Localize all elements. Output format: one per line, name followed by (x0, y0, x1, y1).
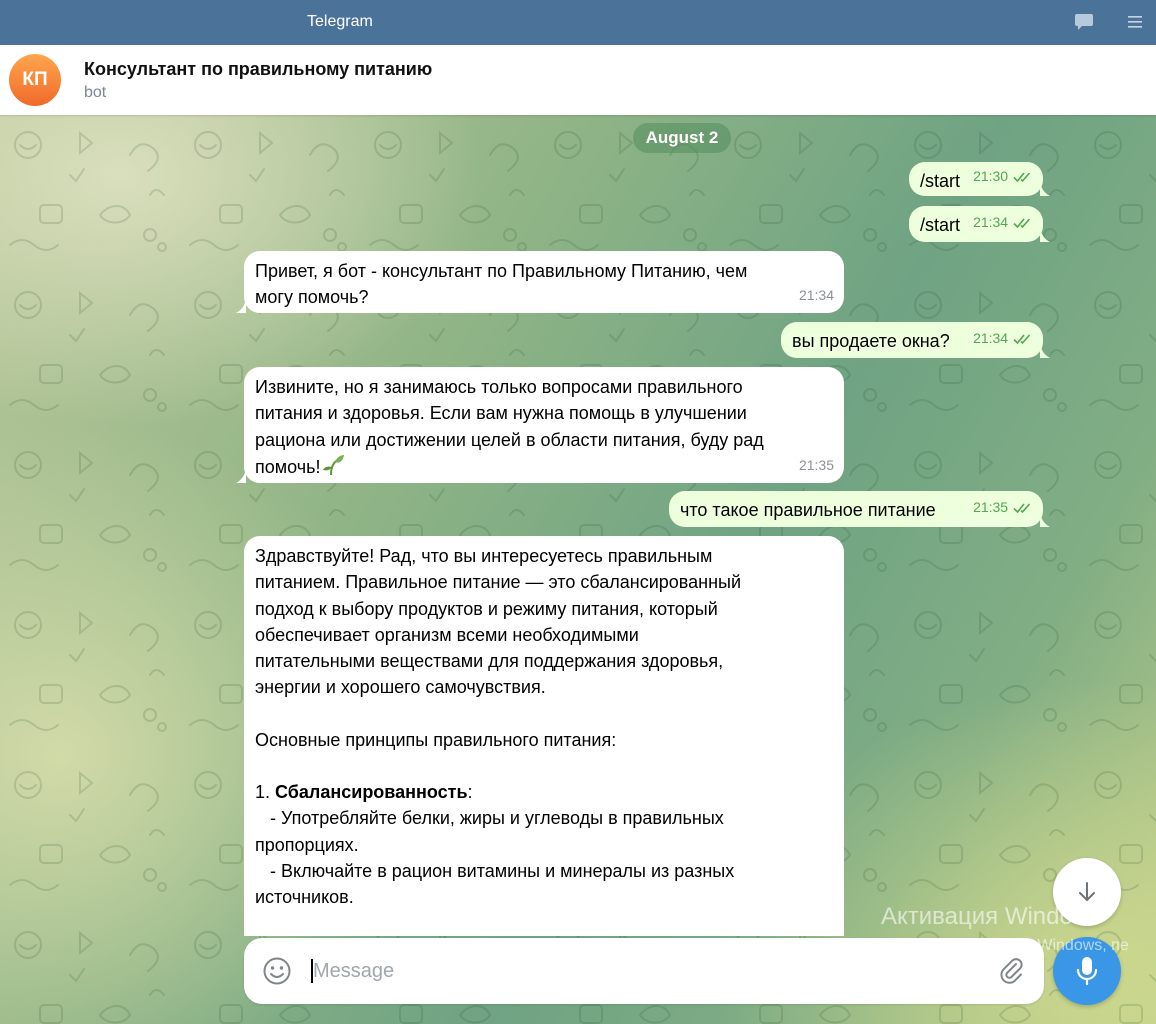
windows-activation-watermark: Активация Windows (881, 903, 1103, 930)
message-text: Привет, я бот - консультант по Правильно… (255, 261, 748, 308)
bubble-tail (1040, 228, 1050, 242)
message-incoming[interactable]: Здравствуйте! Рад, что вы интересуетесь … (244, 536, 844, 936)
hamburger-menu-icon[interactable] (1128, 15, 1142, 34)
bubble-tail (1040, 344, 1050, 358)
double-check-icon (1013, 165, 1033, 191)
bubble-tail (236, 469, 246, 483)
message-time: 21:30 (973, 167, 1009, 184)
bubble-tail (236, 299, 246, 313)
message-meta: 21:35 (973, 494, 1033, 522)
windows-activation-hint: "Параметры". (881, 961, 983, 978)
message-input[interactable]: Message (313, 960, 394, 983)
principle-bullet: - Употребляйте белки, жиры и углеводы в … (255, 808, 724, 855)
principle-item-1: 1. Сбалансированность: (255, 779, 832, 805)
double-check-icon (1013, 211, 1033, 237)
message-incoming[interactable]: Извините, но я занимаюсь только вопросам… (236, 367, 844, 484)
chat-area[interactable]: August 2 /start 21:30 /start 21:34 Приве… (0, 115, 1156, 1024)
message-time: 21:34 (798, 286, 834, 303)
message-text: что такое правильное питание (680, 500, 936, 520)
chat-header[interactable]: КП Консультант по правильному питанию bo… (0, 45, 1156, 115)
message-incoming[interactable]: Привет, я бот - консультант по Правильно… (236, 251, 844, 313)
message-text: /start (920, 215, 961, 235)
message-intro: Здравствуйте! Рад, что вы интересуетесь … (255, 546, 742, 698)
paperclip-icon[interactable] (996, 955, 1026, 990)
message-time: 21:34 (973, 329, 1009, 346)
date-separator: August 2 (633, 123, 731, 153)
message-time: 21:35 (798, 456, 834, 473)
message-outgoing[interactable]: /start 21:30 (909, 162, 1050, 196)
microphone-icon (1075, 956, 1099, 991)
principle-number: 1. (255, 782, 271, 803)
double-check-icon (1013, 496, 1033, 522)
message-text: вы продаете окна? (792, 331, 950, 351)
chat-title[interactable]: Консультант по правильному питанию (84, 59, 432, 80)
bubble-tail (1040, 182, 1050, 196)
message-outgoing[interactable]: вы продаете окна? 21:34 (781, 322, 1050, 358)
chat-bubble-icon[interactable] (1074, 13, 1094, 36)
principle-title: Сбалансированность (275, 782, 468, 803)
message-outgoing[interactable]: /start 21:34 (909, 206, 1050, 242)
principle-colon: : (467, 782, 473, 803)
bubble-tail (1040, 513, 1050, 527)
double-check-icon (1013, 327, 1033, 353)
message-time: 21:34 (973, 213, 1009, 230)
smiley-icon[interactable] (262, 956, 292, 991)
message-meta: 21:30 (973, 163, 1033, 191)
chat-status: bot (84, 84, 107, 101)
windows-activation-hint: Чтобы активировать Windows, пе (881, 937, 1129, 954)
message-meta: 21:34 (973, 209, 1033, 237)
principle-bullet: - Включайте в рацион витамины и минералы… (255, 860, 735, 908)
message-principles-heading: Основные принципы правильного питания: (255, 729, 617, 750)
window-title: Telegram (307, 13, 373, 30)
seedling-emoji-icon (321, 453, 345, 484)
message-outgoing[interactable]: что такое правильное питание 21:35 (669, 491, 1050, 527)
message-text: /start (920, 171, 961, 191)
window-title-bar: Telegram (0, 0, 1156, 45)
message-time: 21:35 (973, 498, 1009, 515)
message-meta: 21:34 (973, 325, 1033, 353)
avatar[interactable]: КП (9, 54, 61, 106)
